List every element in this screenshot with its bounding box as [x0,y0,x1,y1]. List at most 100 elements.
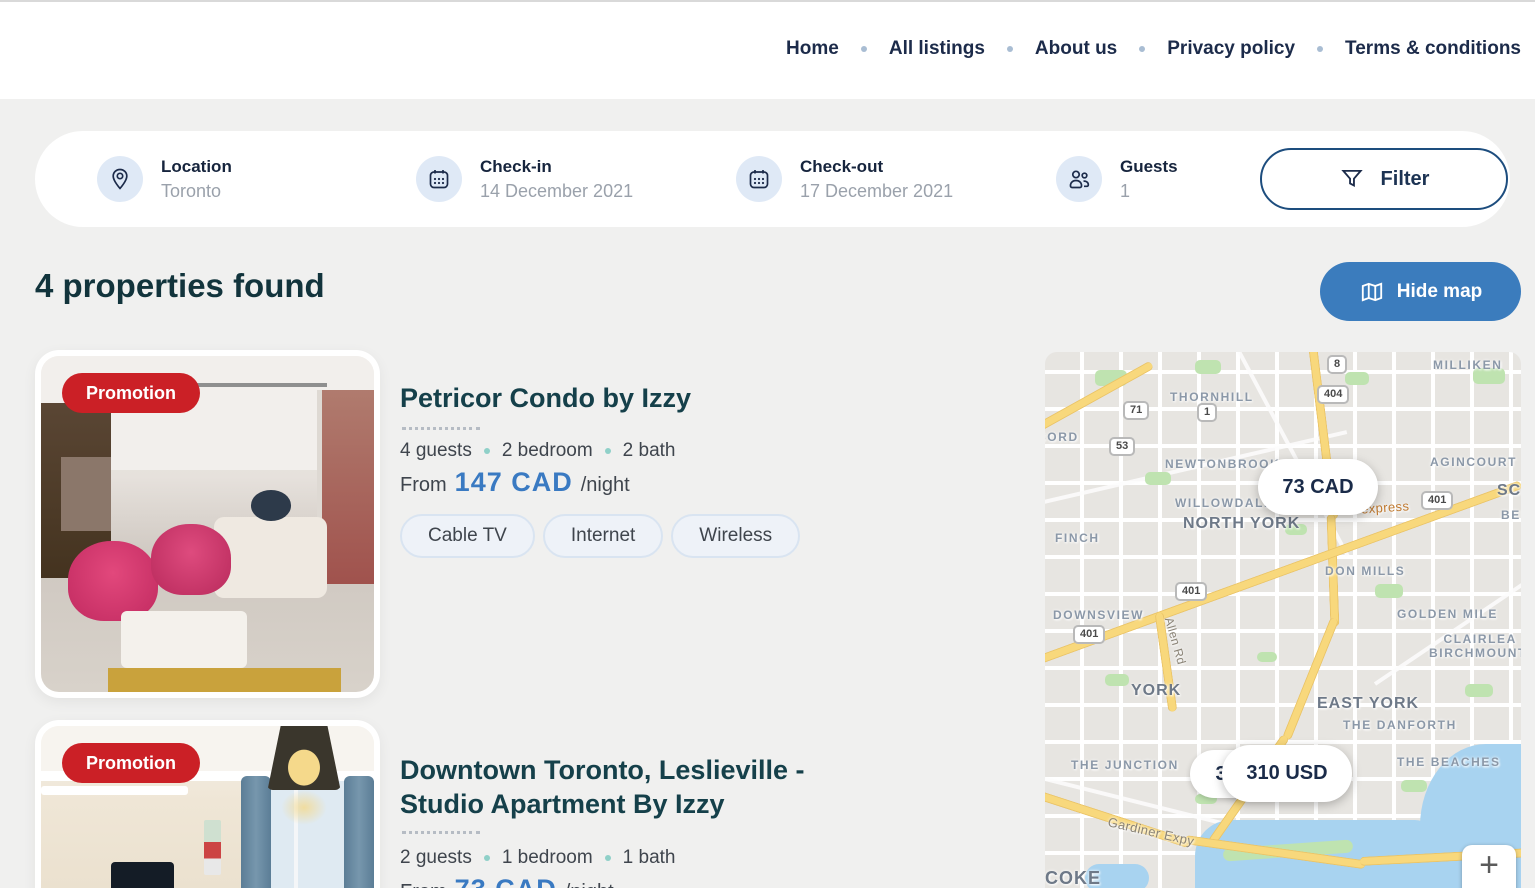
route-shield: 71 [1123,401,1149,420]
photo-decoration [204,820,221,875]
photo-decoration [151,524,231,595]
map-canvas[interactable]: MILLIKEN THORNHILL CORD NEWTONBROOK AGIN… [1045,352,1521,888]
photo-decoration [194,383,327,387]
photo-decoration [281,790,328,825]
photo-decoration [121,611,248,668]
nav-separator-dot [1139,46,1145,52]
promotion-badge: Promotion [62,743,200,783]
map-area-label: CORD [1045,430,1079,444]
photo-decoration [108,668,341,692]
route-shield: 404 [1317,385,1349,404]
guests-label: Guests [1120,157,1178,177]
route-shield: 401 [1421,491,1453,510]
price-value: 147 CAD [455,467,573,498]
photo-decoration [111,862,174,888]
check-in-label: Check-in [480,157,633,177]
nav-item-about-us[interactable]: About us [1035,38,1117,60]
calendar-icon [416,156,462,202]
map-area-label: SCA [1497,482,1521,500]
filter-button[interactable]: Filter [1260,148,1508,210]
meta-separator-dot [484,448,490,454]
listing-title[interactable]: Petricor Condo by Izzy [400,381,880,415]
map-area-label: THORNHILL [1170,390,1254,404]
nav-item-home[interactable]: Home [786,38,839,60]
bath-count: 2 bath [623,440,676,462]
location-value: Toronto [161,181,232,202]
photo-decoration [61,457,111,531]
guests-field[interactable]: Guests 1 [1056,131,1178,227]
photo-decoration [241,776,271,888]
map-area-label: GOLDEN MILE [1397,607,1498,621]
guests-count: 4 guests [400,440,472,462]
listing-meta: 2 guests 1 bedroom 1 bath [400,847,676,869]
map-area-label: FINCH [1055,531,1100,545]
photo-decoration [251,490,291,520]
route-shield: 401 [1073,625,1105,644]
map-park [1345,372,1369,385]
map-area-label: DON MILLS [1325,564,1405,578]
map-area-label: BEN [1501,508,1521,522]
hide-map-label: Hide map [1397,281,1483,303]
hide-map-button[interactable]: Hide map [1320,262,1521,321]
listing-card-photo-2: Promotion [35,720,380,888]
map-price-marker[interactable]: 73 CAD [1258,459,1378,515]
map-area-label: WILLOWDALE [1175,496,1274,510]
map-area-label: COKE [1045,868,1101,888]
check-out-value: 17 December 2021 [800,181,953,202]
guests-icon [1056,156,1102,202]
route-shield: 401 [1175,582,1207,601]
tag-wireless[interactable]: Wireless [671,514,800,558]
nav-item-privacy-policy[interactable]: Privacy policy [1167,38,1295,60]
map-price-marker[interactable]: 310 USD [1222,745,1352,802]
plus-icon: + [1479,845,1499,885]
map-area-label: NORTH YORK [1183,515,1300,533]
nav-item-all-listings[interactable]: All listings [889,38,985,60]
meta-separator-dot [605,448,611,454]
location-field[interactable]: Location Toronto [97,131,232,227]
listing-card-photo-1: Promotion [35,350,380,698]
guests-value: 1 [1120,181,1178,202]
map-zoom-in-button[interactable]: + [1462,845,1516,888]
route-shield: 53 [1109,437,1135,456]
calendar-icon [736,156,782,202]
check-out-label: Check-out [800,157,953,177]
nav-separator-dot [861,46,867,52]
nav-separator-dot [1007,46,1013,52]
map-area-label: DOWNSVIEW [1053,608,1144,622]
route-shield: 8 [1327,355,1347,374]
price-suffix: /night [581,474,630,497]
price-suffix: /night [565,881,614,888]
check-in-value: 14 December 2021 [480,181,633,202]
promotion-badge-label: Promotion [86,383,176,404]
tag-internet[interactable]: Internet [543,514,663,558]
tag-cable-tv[interactable]: Cable TV [400,514,535,558]
map-area-label: YORK [1131,682,1181,700]
map-icon [1359,279,1385,305]
nav-item-terms[interactable]: Terms & conditions [1345,38,1521,60]
price-prefix: From [400,474,447,497]
map-park [1145,472,1171,485]
marker-label: 310 USD [1246,762,1327,785]
map-highway [1282,617,1339,741]
check-out-field[interactable]: Check-out 17 December 2021 [736,131,953,227]
map-area-label: AGINCOURT [1430,455,1517,469]
listing-price-line: From 147 CAD /night [400,467,630,498]
map-park [1195,360,1221,374]
listing-title[interactable]: Downtown Toronto, Leslieville - Studio A… [400,753,880,821]
listing-price-line: From 73 CAD /night [400,874,614,888]
promotion-badge: Promotion [62,373,200,413]
map-area-label: CLAIRLEA - BIRCHMOUNT [1417,632,1521,660]
route-shield: 1 [1197,403,1217,422]
marker-label: 73 CAD [1282,476,1353,499]
check-in-field[interactable]: Check-in 14 December 2021 [416,131,633,227]
header: Home All listings About us Privacy polic… [0,2,1535,99]
location-label: Location [161,157,232,177]
map-park [1105,674,1129,686]
map-area-label: THE JUNCTION [1071,758,1179,772]
map-park [1257,652,1277,662]
main-nav: Home All listings About us Privacy polic… [786,38,1521,60]
bedroom-count: 2 bedroom [502,440,593,462]
price-value: 73 CAD [455,874,557,888]
results-heading: 4 properties found [35,267,325,305]
listing-meta: 4 guests 2 bedroom 2 bath [400,440,676,462]
